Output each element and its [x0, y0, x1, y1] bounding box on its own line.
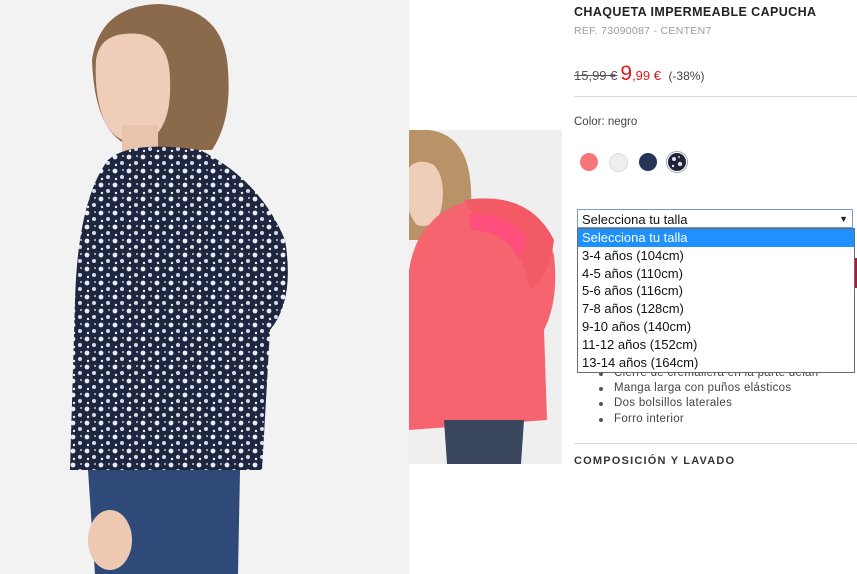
dropdown-arrow-icon: ▼ — [839, 214, 848, 224]
color-swatch-navy[interactable] — [639, 153, 657, 171]
size-option[interactable]: 7-8 años (128cm) — [578, 300, 854, 318]
price-row: 15,99 €9,99 € (-38%) — [574, 62, 704, 86]
size-option[interactable]: 4-5 años (110cm) — [578, 265, 854, 283]
color-label: Color: negro — [574, 116, 638, 128]
color-swatch-black-print[interactable] — [666, 151, 688, 173]
feature-item: Dos bolsillos laterales — [598, 396, 818, 411]
divider — [574, 443, 857, 444]
size-select-value: Selecciona tu talla — [582, 212, 688, 227]
size-option[interactable]: 9-10 años (140cm) — [578, 318, 854, 336]
floral-pattern-icon — [671, 156, 683, 168]
size-dropdown-list[interactable]: Selecciona tu talla 3-4 años (104cm) 4-5… — [577, 228, 855, 373]
product-image-secondary[interactable] — [409, 130, 562, 464]
size-select[interactable]: Selecciona tu talla ▼ — [577, 209, 853, 228]
product-reference: REF. 73090087 - CENTEN7 — [574, 25, 712, 37]
sale-price-decimal: ,99 € — [632, 68, 661, 83]
composition-section-toggle[interactable]: COMPOSICIÓN Y LAVADO — [574, 455, 735, 467]
product-title: CHAQUETA IMPERMEABLE CAPUCHA — [574, 5, 817, 19]
size-option[interactable]: 11-12 años (152cm) — [578, 336, 854, 354]
color-swatch-pink[interactable] — [580, 153, 598, 171]
size-option[interactable]: 13-14 años (164cm) — [578, 354, 854, 372]
feature-list: Cierre de cremallera en la parte delan M… — [598, 366, 818, 427]
product-image-main[interactable] — [0, 0, 409, 574]
color-swatch-white[interactable] — [609, 153, 628, 172]
feature-item: Forro interior — [598, 412, 818, 427]
feature-item: Manga larga con puños elásticos — [598, 381, 818, 396]
size-option[interactable]: 3-4 años (104cm) — [578, 247, 854, 265]
size-option[interactable]: 5-6 años (116cm) — [578, 282, 854, 300]
size-option[interactable]: Selecciona tu talla — [578, 229, 854, 247]
sale-price-integer: 9 — [620, 62, 633, 85]
old-price: 15,99 € — [574, 68, 618, 83]
discount-badge: (-38%) — [668, 69, 705, 83]
divider — [574, 96, 857, 97]
